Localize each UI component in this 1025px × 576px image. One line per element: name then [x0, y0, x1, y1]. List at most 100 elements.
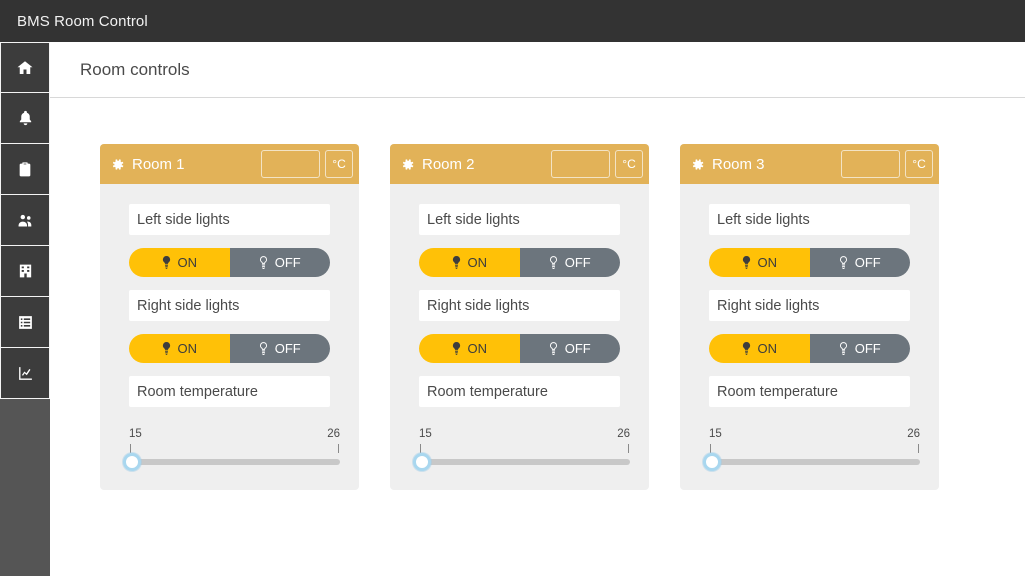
lightbulb-outline-icon: [839, 342, 848, 355]
app-title: BMS Room Control: [17, 12, 148, 30]
toggle-on-button[interactable]: ON: [419, 248, 520, 277]
gear-icon[interactable]: [690, 157, 705, 172]
toggle-on-label: ON: [177, 255, 198, 270]
room-card: Room 1 °C Left side lights ON OFF Right side …: [100, 144, 359, 490]
list-icon: [17, 314, 34, 331]
temperature-unit-label: °C: [905, 150, 933, 178]
sidebar-item-home[interactable]: [0, 42, 50, 93]
slider-min-label: 15: [129, 428, 142, 440]
gear-icon[interactable]: [110, 157, 125, 172]
temperature-unit-label: °C: [325, 150, 353, 178]
temperature-setpoint-input[interactable]: [261, 150, 320, 178]
toggle-on-label: ON: [177, 341, 198, 356]
toggle-off-button[interactable]: OFF: [519, 334, 620, 363]
page-title: Room controls: [80, 59, 190, 79]
light-name-field[interactable]: Left side lights: [419, 204, 620, 235]
temperature-setpoint-input[interactable]: [551, 150, 610, 178]
room-card-body: Left side lights ON OFF Right side lights ON…: [680, 184, 939, 490]
light-name-field[interactable]: Right side lights: [419, 290, 620, 321]
toggle-on-label: ON: [467, 341, 488, 356]
light-toggle: ON OFF: [419, 334, 620, 363]
light-name-field[interactable]: Left side lights: [709, 204, 910, 235]
sidebar-item-list[interactable]: [0, 297, 50, 348]
lightbulb-filled-icon: [742, 342, 751, 355]
lightbulb-outline-icon: [259, 256, 268, 269]
temperature-slider[interactable]: 15 26: [703, 428, 920, 472]
temperature-slider[interactable]: 15 26: [413, 428, 630, 472]
sidebar: [0, 42, 50, 576]
lightbulb-outline-icon: [259, 342, 268, 355]
toggle-off-button[interactable]: OFF: [519, 248, 620, 277]
light-name-field[interactable]: Right side lights: [709, 290, 910, 321]
slider-max-label: 26: [617, 428, 630, 440]
temperature-setpoint-input[interactable]: [841, 150, 900, 178]
lightbulb-filled-icon: [452, 256, 461, 269]
lightbulb-outline-icon: [839, 256, 848, 269]
room-card: Room 2 °C Left side lights ON OFF Right side …: [390, 144, 649, 490]
page-header: Room controls: [50, 42, 1025, 98]
sidebar-item-tasks[interactable]: [0, 144, 50, 195]
slider-track[interactable]: [129, 459, 340, 465]
room-card-header: Room 3 °C: [680, 144, 939, 184]
clipboard-icon: [17, 160, 33, 178]
toggle-on-label: ON: [467, 255, 488, 270]
slider-track[interactable]: [419, 459, 630, 465]
room-card-title: Room 3: [712, 155, 765, 173]
slider-max-tick: [918, 444, 919, 453]
lightbulb-filled-icon: [162, 342, 171, 355]
lightbulb-filled-icon: [742, 256, 751, 269]
room-card-list: Room 1 °C Left side lights ON OFF Right side …: [100, 144, 1025, 490]
toggle-off-label: OFF: [274, 255, 301, 270]
lightbulb-outline-icon: [549, 342, 558, 355]
slider-min-label: 15: [709, 428, 722, 440]
toggle-off-button[interactable]: OFF: [229, 334, 330, 363]
sidebar-item-building[interactable]: [0, 246, 50, 297]
slider-max-label: 26: [907, 428, 920, 440]
light-name-field[interactable]: Left side lights: [129, 204, 330, 235]
slider-scale: 15 26: [129, 428, 340, 455]
light-toggle: ON OFF: [709, 248, 910, 277]
toggle-on-button[interactable]: ON: [709, 248, 810, 277]
light-name-field[interactable]: Right side lights: [129, 290, 330, 321]
room-card-body: Left side lights ON OFF Right side lights ON…: [390, 184, 649, 490]
toggle-off-label: OFF: [274, 341, 301, 356]
room-card-title: Room 2: [422, 155, 475, 173]
toggle-off-label: OFF: [854, 255, 881, 270]
chart-line-icon: [16, 365, 35, 382]
room-card-title: Room 1: [132, 155, 185, 173]
temperature-slider[interactable]: 15 26: [123, 428, 340, 472]
slider-min-tick: [130, 444, 131, 453]
toggle-off-button[interactable]: OFF: [809, 334, 910, 363]
sidebar-item-users[interactable]: [0, 195, 50, 246]
toggle-off-button[interactable]: OFF: [809, 248, 910, 277]
lightbulb-filled-icon: [452, 342, 461, 355]
lightbulb-filled-icon: [162, 256, 171, 269]
slider-scale: 15 26: [709, 428, 920, 455]
room-temperature-field[interactable]: Room temperature: [129, 376, 330, 407]
slider-min-label: 15: [419, 428, 432, 440]
toggle-off-button[interactable]: OFF: [229, 248, 330, 277]
gear-icon[interactable]: [400, 157, 415, 172]
slider-track[interactable]: [709, 459, 920, 465]
app-root: BMS Room Control Room controls Room 1 °C L…: [0, 0, 1025, 576]
slider-min-tick: [710, 444, 711, 453]
toggle-off-label: OFF: [564, 341, 591, 356]
room-temperature-field[interactable]: Room temperature: [419, 376, 620, 407]
sidebar-item-alerts[interactable]: [0, 93, 50, 144]
slider-handle[interactable]: [123, 453, 141, 471]
slider-handle[interactable]: [413, 453, 431, 471]
toggle-on-button[interactable]: ON: [129, 334, 230, 363]
toggle-on-button[interactable]: ON: [129, 248, 230, 277]
slider-handle[interactable]: [703, 453, 721, 471]
toggle-off-label: OFF: [564, 255, 591, 270]
toggle-on-button[interactable]: ON: [419, 334, 520, 363]
room-temperature-field[interactable]: Room temperature: [709, 376, 910, 407]
slider-max-label: 26: [327, 428, 340, 440]
toggle-on-button[interactable]: ON: [709, 334, 810, 363]
sidebar-item-reports[interactable]: [0, 348, 50, 399]
slider-max-tick: [628, 444, 629, 453]
room-card-header: Room 1 °C: [100, 144, 359, 184]
light-toggle: ON OFF: [129, 334, 330, 363]
light-toggle: ON OFF: [129, 248, 330, 277]
content-area: Room 1 °C Left side lights ON OFF Right side …: [50, 98, 1025, 576]
